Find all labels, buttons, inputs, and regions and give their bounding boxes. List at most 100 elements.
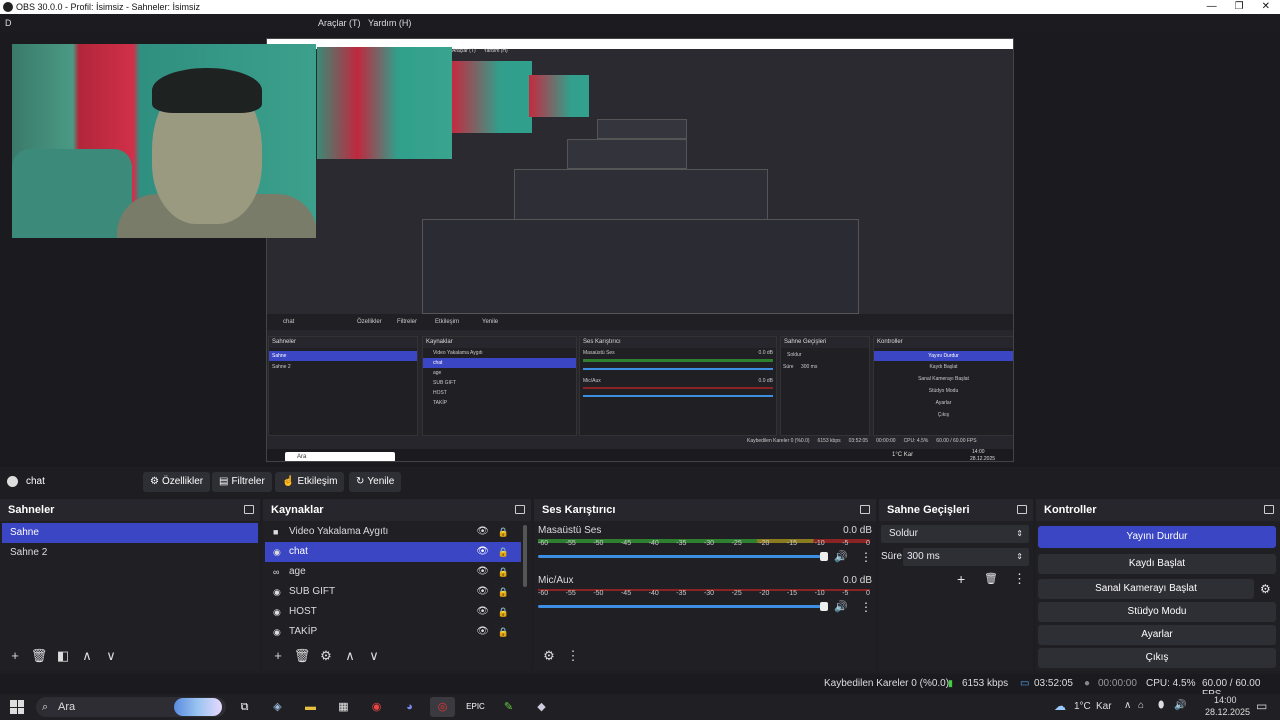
- lock-icon[interactable]: 🔒: [498, 542, 509, 562]
- lock-icon[interactable]: 🔒: [498, 522, 509, 542]
- gear-icon[interactable]: ⚙: [317, 647, 335, 665]
- clock-date[interactable]: 28.12.2025: [1205, 707, 1250, 717]
- filters-button[interactable]: ▤ Filtreler: [212, 472, 272, 492]
- menu-item-d[interactable]: D: [5, 18, 12, 28]
- chrome-icon[interactable]: ◉: [364, 697, 389, 717]
- close-button[interactable]: ✕: [1262, 0, 1270, 14]
- exit-button[interactable]: Çıkış: [1038, 648, 1276, 668]
- notification-icon[interactable]: ▭: [1256, 699, 1267, 713]
- taskbar-search[interactable]: ⌕ Ara: [36, 697, 226, 717]
- nested-controls-panel: Kontroller Yayını Durdur Kaydı Başlat Sa…: [873, 336, 1013, 436]
- discord-icon[interactable]: ◕: [397, 697, 422, 717]
- nested-refresh-button: Yenile: [482, 319, 499, 325]
- file-explorer-icon[interactable]: ▬: [298, 697, 323, 717]
- preview-canvas[interactable]: Araçlar (T) Yardım (H) chat Özellikler F…: [0, 32, 1280, 467]
- speaker-icon[interactable]: 🔊: [834, 600, 848, 613]
- more-options-icon[interactable]: ⋮: [860, 600, 872, 614]
- float-icon[interactable]: [860, 505, 870, 514]
- interact-button[interactable]: ☝ Etkileşim: [275, 472, 345, 492]
- lock-icon[interactable]: 🔒: [498, 622, 509, 642]
- add-source-button[interactable]: +: [269, 647, 287, 665]
- more-options-icon[interactable]: ⋮: [564, 647, 582, 665]
- nested-webcam-1: [317, 47, 452, 159]
- menu-item-tools[interactable]: Araçlar (T): [318, 18, 361, 28]
- trash-icon[interactable]: 🗑: [30, 647, 48, 665]
- move-up-icon[interactable]: ∧: [78, 647, 96, 665]
- move-up-icon[interactable]: ∧: [341, 647, 359, 665]
- add-transition-button[interactable]: +: [957, 571, 965, 587]
- virtual-camera-button[interactable]: Sanal Kamerayı Başlat: [1038, 579, 1254, 599]
- gear-icon[interactable]: ⚙: [1260, 582, 1271, 596]
- move-down-icon[interactable]: ∨: [365, 647, 383, 665]
- refresh-button[interactable]: ↻ Yenile: [349, 472, 402, 492]
- eye-icon[interactable]: 👁: [476, 522, 489, 542]
- volume-slider[interactable]: [538, 605, 826, 608]
- more-options-icon[interactable]: ⋮: [860, 550, 872, 564]
- tick: -10: [814, 540, 825, 547]
- float-icon[interactable]: [1017, 505, 1027, 514]
- volume-slider[interactable]: [538, 555, 826, 558]
- tick: -30: [703, 590, 715, 597]
- speaker-icon[interactable]: 🔊: [834, 550, 848, 563]
- minimize-button[interactable]: —: [1207, 0, 1217, 14]
- float-icon[interactable]: [244, 505, 254, 514]
- volume-icon[interactable]: 🔊: [1174, 700, 1186, 711]
- source-item[interactable]: ■ Video Yakalama Aygıtı 👁 🔒: [265, 522, 521, 542]
- start-recording-button[interactable]: Kaydı Başlat: [1038, 554, 1276, 574]
- trash-icon[interactable]: 🗑: [293, 647, 311, 665]
- advanced-audio-icon[interactable]: ⚙: [540, 647, 558, 665]
- source-item[interactable]: ∞ age 👁 🔒: [265, 562, 521, 582]
- eye-icon[interactable]: 👁: [476, 602, 489, 622]
- studio-mode-button[interactable]: Stüdyo Modu: [1038, 602, 1276, 622]
- mic-icon[interactable]: ⬮: [1158, 700, 1164, 711]
- store-icon[interactable]: ▦: [331, 697, 356, 717]
- source-item[interactable]: ◉ HOST 👁 🔒: [265, 602, 521, 622]
- float-icon[interactable]: [1264, 505, 1274, 514]
- eye-icon[interactable]: 👁: [476, 542, 489, 562]
- lock-icon[interactable]: 🔒: [498, 602, 509, 622]
- stop-stream-button[interactable]: Yayını Durdur: [1038, 526, 1276, 548]
- menu-item-help[interactable]: Yardım (H): [368, 18, 411, 28]
- source-item[interactable]: ◉ chat 👁 🔒: [265, 542, 521, 562]
- lock-icon[interactable]: 🔒: [498, 582, 509, 602]
- eye-icon[interactable]: 👁: [476, 562, 489, 582]
- scene-item[interactable]: Sahne: [2, 523, 258, 543]
- eye-icon[interactable]: 👁: [476, 622, 489, 642]
- source-label: age: [289, 566, 306, 577]
- source-item[interactable]: ◉ SUB GIFT 👁 🔒: [265, 582, 521, 602]
- network-icon[interactable]: ⌂: [1138, 700, 1144, 711]
- nested-src-1: Video Yakalama Aygıtı: [433, 350, 483, 356]
- lock-icon[interactable]: 🔒: [498, 562, 509, 582]
- maximize-button[interactable]: ❐: [1235, 0, 1244, 14]
- float-icon[interactable]: [515, 505, 525, 514]
- filter-icon[interactable]: ◧: [54, 647, 72, 665]
- steam-icon[interactable]: ◈: [265, 697, 290, 717]
- clock-time[interactable]: 14:00: [1214, 695, 1237, 705]
- scene-item[interactable]: Sahne 2: [2, 543, 258, 563]
- move-down-icon[interactable]: ∨: [102, 647, 120, 665]
- trash-icon[interactable]: 🗑: [984, 572, 998, 585]
- properties-label: Özellikler: [161, 476, 204, 487]
- duration-input[interactable]: 300 ms ⇕: [903, 548, 1029, 566]
- nested-ctl-studio: Stüdyo Modu: [928, 388, 959, 394]
- source-item[interactable]: ◉ TAKİP 👁 🔒: [265, 622, 521, 642]
- game-app-icon[interactable]: ◆: [529, 697, 554, 717]
- settings-button[interactable]: Ayarlar: [1038, 625, 1276, 645]
- windows-start-icon[interactable]: [10, 700, 24, 714]
- volume-slider-handle[interactable]: [820, 552, 828, 561]
- eye-icon[interactable]: 👁: [476, 582, 489, 602]
- transition-select[interactable]: Soldur ⇕: [881, 525, 1029, 543]
- add-scene-button[interactable]: +: [6, 647, 24, 665]
- weather-desc: Kar: [1096, 701, 1112, 712]
- more-options-icon[interactable]: ⋮: [1013, 571, 1026, 587]
- task-view-icon[interactable]: ⧉: [232, 697, 257, 717]
- chevron-up-icon[interactable]: ∧: [1124, 700, 1131, 711]
- cpu-usage: CPU: 4.5%: [1146, 678, 1196, 689]
- volume-slider-handle[interactable]: [820, 602, 828, 611]
- tool-icon[interactable]: ✎: [496, 697, 521, 717]
- stepper-icon[interactable]: ⇕: [1016, 548, 1023, 566]
- epic-games-icon[interactable]: EPIC: [463, 697, 488, 717]
- obs-icon[interactable]: ◎: [430, 697, 455, 717]
- properties-button[interactable]: ⚙ Özellikler: [143, 472, 211, 492]
- sources-scrollbar[interactable]: [523, 525, 527, 587]
